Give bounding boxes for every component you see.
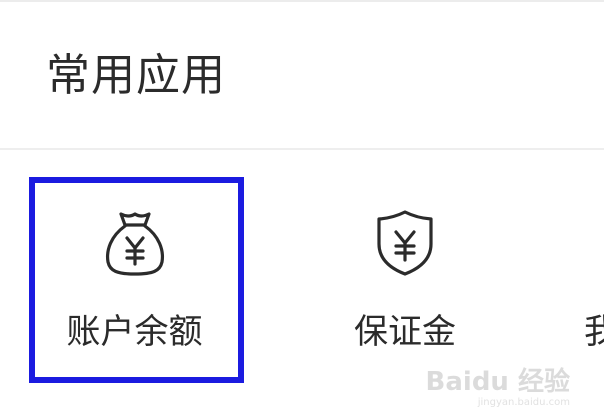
app-label: 保证金 (354, 312, 456, 352)
section-divider (0, 148, 604, 150)
top-edge-divider (0, 0, 604, 2)
app-account-balance[interactable]: 账户余额 (29, 180, 240, 380)
app-label: 我 (584, 312, 604, 352)
app-security-deposit[interactable]: 保证金 (300, 180, 510, 380)
app-partial-item[interactable]: 我 (570, 180, 604, 380)
app-label: 账户余额 (66, 312, 203, 352)
watermark-domain: jingyan.baidu.com (477, 397, 570, 408)
money-bag-yen-icon (103, 208, 167, 278)
shield-yen-icon (373, 208, 437, 278)
watermark: Baidu 经验 jingyan.baidu.com (425, 362, 570, 408)
page: 常用应用 账户余额 保证金 我 Baidu 经验 jingyan.baidu.c… (0, 0, 604, 412)
section-title: 常用应用 (46, 50, 226, 101)
watermark-text: Baidu 经验 (425, 367, 570, 397)
